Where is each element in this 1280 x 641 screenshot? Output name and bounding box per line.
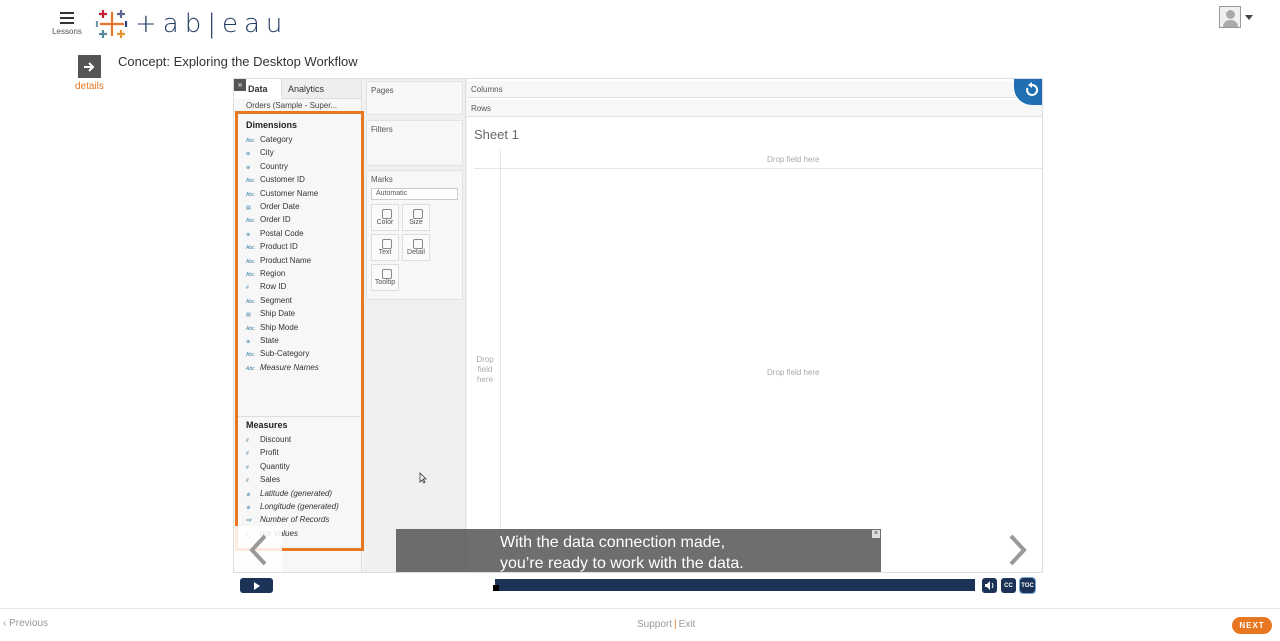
shelves-pane: Pages Filters Marks Automatic Color Size… <box>364 79 466 572</box>
details-link[interactable]: details <box>75 81 104 92</box>
rows-label: Rows <box>471 104 492 113</box>
mouse-pointer-icon <box>419 472 427 484</box>
mark-text-button: Text <box>371 234 399 261</box>
filters-label: Filters <box>371 125 393 134</box>
mark-color-button: Color <box>371 204 399 231</box>
lessons-label: Lessons <box>52 27 82 36</box>
mark-detail-button: Detail <box>402 234 430 261</box>
columns-shelf: Columns <box>467 81 1042 98</box>
drop-field-center: Drop field here <box>767 368 820 377</box>
progress-knob[interactable] <box>493 585 499 591</box>
tab-analytics: Analytics <box>282 79 362 99</box>
drop-field-left: Drop field here <box>476 355 494 384</box>
highlight-box <box>235 111 364 551</box>
marks-buttons: Color Size Text Detail Tooltip <box>367 200 462 295</box>
caption-box: With the data connection made, you’re re… <box>396 529 881 572</box>
hamburger-icon <box>60 12 74 24</box>
next-button[interactable]: NEXT <box>1232 617 1272 634</box>
caption-line-1: With the data connection made, <box>500 534 726 551</box>
close-icon[interactable]: × <box>872 530 880 538</box>
chevron-down-icon <box>1245 14 1253 20</box>
lessons-menu-button[interactable]: Lessons <box>52 12 82 36</box>
logo-text: +ab|eau <box>135 9 289 39</box>
progress-bar[interactable] <box>493 579 975 591</box>
tableau-cross-icon <box>95 10 128 38</box>
expand-icon: » <box>234 79 246 91</box>
pages-shelf: Pages <box>366 81 463 115</box>
drop-field-top: Drop field here <box>767 155 820 164</box>
volume-icon <box>984 581 993 590</box>
chevron-left-icon <box>249 534 267 566</box>
next-slide-button[interactable] <box>994 526 1042 572</box>
previous-label: Previous <box>9 618 49 629</box>
columns-label: Columns <box>471 85 503 94</box>
video-player[interactable]: Data Analytics » Orders (Sample - Super.… <box>233 78 1043 573</box>
tableau-logo: +ab|eau <box>95 7 288 41</box>
data-pane: Data Analytics » Orders (Sample - Super.… <box>234 79 364 572</box>
marks-type-select: Automatic <box>371 188 458 200</box>
previous-slide-button[interactable] <box>234 526 282 572</box>
marks-label: Marks <box>371 175 393 184</box>
canvas-divider <box>500 149 501 572</box>
closed-captions-button[interactable]: CC <box>1001 578 1016 593</box>
play-button[interactable] <box>240 578 273 593</box>
rows-shelf: Rows <box>467 100 1042 117</box>
mark-size-button: Size <box>402 204 430 231</box>
data-pane-tabs: Data Analytics <box>234 79 362 99</box>
support-link[interactable]: Support <box>637 619 672 630</box>
details-button[interactable] <box>78 55 101 78</box>
previous-link[interactable]: ‹ Previous <box>3 618 48 629</box>
exit-link[interactable]: Exit <box>679 619 696 630</box>
mark-tooltip-button: Tooltip <box>371 264 399 291</box>
canvas-divider <box>474 168 1042 169</box>
sheet-title: Sheet 1 <box>474 127 519 142</box>
caption-line-2: you’re ready to work with the data. <box>500 555 744 572</box>
marks-card: Marks Automatic Color Size Text Detail T… <box>366 170 463 300</box>
chevron-right-icon <box>1009 534 1027 566</box>
avatar <box>1219 6 1241 28</box>
user-menu[interactable] <box>1219 6 1253 28</box>
worksheet-canvas: Columns Rows Sheet 1 Drop field here Dro… <box>467 79 1042 572</box>
play-icon <box>253 581 260 590</box>
footer-divider <box>0 608 1280 609</box>
toc-button[interactable]: TOC <box>1019 577 1036 594</box>
filters-shelf: Filters <box>366 120 463 166</box>
data-source-label: Orders (Sample - Super... <box>246 101 338 110</box>
volume-button[interactable] <box>982 578 997 593</box>
replay-icon <box>1026 82 1039 96</box>
lesson-title: Concept: Exploring the Desktop Workflow <box>118 54 358 69</box>
arrow-right-icon <box>84 61 95 72</box>
footer-links: Support | Exit <box>637 619 696 630</box>
pages-label: Pages <box>371 86 394 95</box>
